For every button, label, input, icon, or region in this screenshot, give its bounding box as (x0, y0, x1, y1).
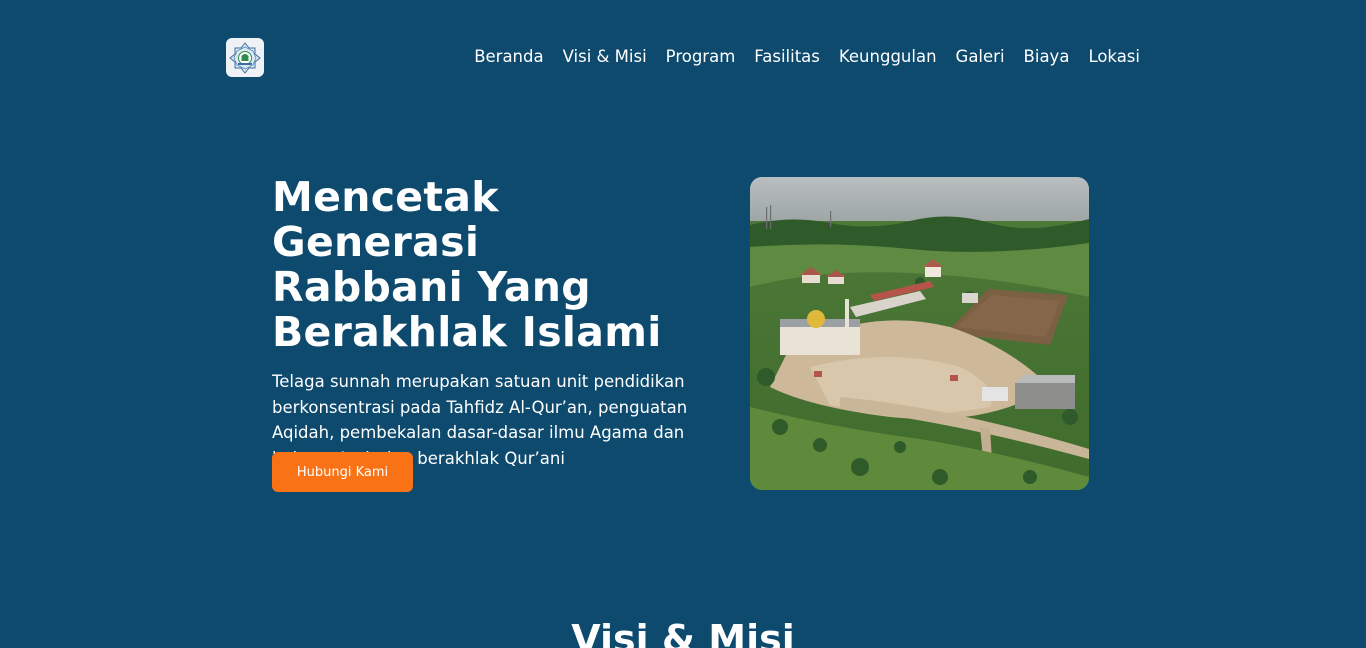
hero-title-line: Mencetak Generasi (272, 173, 499, 266)
nav-visi-misi[interactable]: Visi & Misi (563, 46, 647, 68)
hero-text: Mencetak Generasi Rabbani Yang Berakhlak… (272, 175, 712, 472)
hero-title-line: Rabbani Yang (272, 263, 591, 311)
nav-lokasi[interactable]: Lokasi (1088, 46, 1140, 68)
nav-program[interactable]: Program (666, 46, 736, 68)
school-emblem-icon (229, 41, 261, 74)
landing-page: Beranda Visi & Misi Program Fasilitas Ke… (0, 0, 1366, 648)
contact-us-button[interactable]: Hubungi Kami (272, 452, 413, 492)
hero-title: Mencetak Generasi Rabbani Yang Berakhlak… (272, 175, 712, 355)
nav-galeri[interactable]: Galeri (956, 46, 1005, 68)
site-logo[interactable] (226, 38, 264, 77)
nav-keunggulan[interactable]: Keunggulan (839, 46, 937, 68)
main-nav: Beranda Visi & Misi Program Fasilitas Ke… (474, 46, 1140, 68)
nav-fasilitas[interactable]: Fasilitas (754, 46, 820, 68)
hero-aerial-photo (750, 177, 1089, 490)
nav-biaya[interactable]: Biaya (1024, 46, 1070, 68)
vision-mission-heading: Visi & Misi (571, 617, 795, 648)
nav-beranda[interactable]: Beranda (474, 46, 543, 68)
hero-title-line: Berakhlak Islami (272, 308, 662, 356)
